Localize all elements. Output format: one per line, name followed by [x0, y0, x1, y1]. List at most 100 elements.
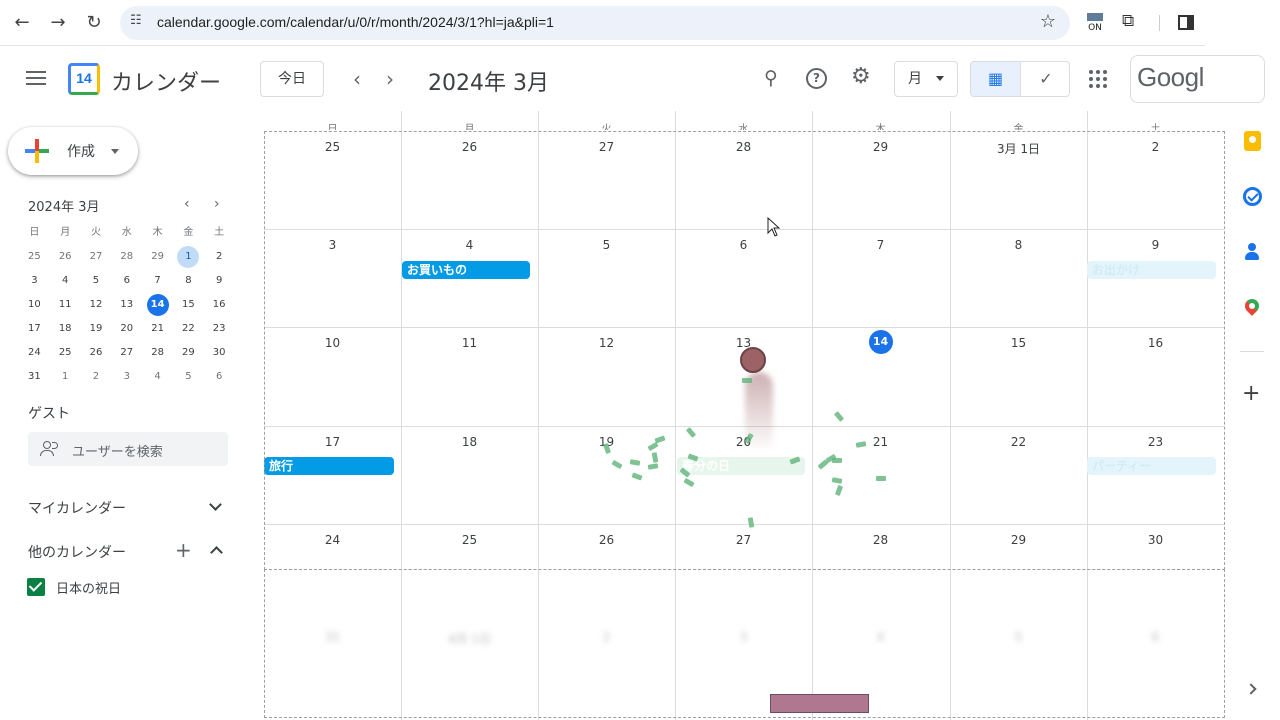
- expand-panel-chevron-icon[interactable]: [1245, 683, 1257, 695]
- other-calendars-chevron-icon[interactable]: [210, 546, 223, 559]
- mini-day-number: 26: [58, 251, 72, 262]
- mini-day[interactable]: 29: [142, 246, 173, 270]
- mini-day[interactable]: 26: [81, 342, 112, 366]
- mini-day[interactable]: 30: [204, 342, 235, 366]
- my-calendars-title[interactable]: マイカレンダー: [28, 498, 126, 518]
- mini-day[interactable]: 8: [173, 270, 204, 294]
- mini-day[interactable]: 6: [111, 270, 142, 294]
- holiday-calendar-label: 日本の祝日: [56, 582, 122, 597]
- mini-day[interactable]: 29: [173, 342, 204, 366]
- other-calendars-title[interactable]: 他のカレンダー: [28, 542, 126, 562]
- tasks-view-icon[interactable]: ✓: [1021, 62, 1069, 96]
- get-addons-plus-icon[interactable]: +: [1242, 383, 1260, 405]
- mini-day[interactable]: 24: [19, 342, 50, 366]
- main-menu-icon[interactable]: [26, 71, 46, 85]
- view-selector[interactable]: 月: [894, 61, 958, 97]
- today-button[interactable]: 今日: [260, 61, 324, 97]
- mini-day[interactable]: 22: [173, 318, 204, 342]
- create-button[interactable]: 作成: [8, 127, 138, 175]
- mini-day[interactable]: 1: [50, 366, 81, 390]
- extension-on-icon[interactable]: ON: [1086, 13, 1104, 35]
- mini-day[interactable]: 26: [50, 246, 81, 270]
- mini-day-number: 25: [58, 347, 72, 358]
- reload-icon[interactable]: ↻: [81, 10, 107, 36]
- drag-chip[interactable]: [770, 694, 869, 713]
- mini-day-number: 7: [154, 275, 161, 286]
- google-label: Googl: [1137, 62, 1204, 92]
- mini-day[interactable]: 3: [19, 270, 50, 294]
- mini-day[interactable]: 15: [173, 294, 204, 318]
- holiday-calendar-checkbox[interactable]: [27, 578, 45, 596]
- bookmark-star-icon[interactable]: ☆: [1040, 11, 1056, 32]
- mini-day[interactable]: 6: [204, 366, 235, 390]
- drag-outline-next: [264, 569, 1225, 718]
- mini-day-number: 28: [120, 251, 134, 262]
- mini-day[interactable]: 4: [142, 366, 173, 390]
- mini-day[interactable]: 25: [50, 342, 81, 366]
- mini-day[interactable]: 12: [81, 294, 112, 318]
- mini-day[interactable]: 31: [19, 366, 50, 390]
- prev-month-icon[interactable]: ‹: [353, 67, 361, 91]
- mini-prev-icon[interactable]: ‹: [184, 196, 190, 212]
- mini-day[interactable]: 9: [204, 270, 235, 294]
- mini-day[interactable]: 18: [50, 318, 81, 342]
- confetti-piece: [742, 378, 752, 383]
- mini-day[interactable]: 3: [111, 366, 142, 390]
- help-icon[interactable]: ?: [806, 68, 827, 89]
- mini-day[interactable]: 2: [81, 366, 112, 390]
- mini-day[interactable]: 17: [19, 318, 50, 342]
- mini-day[interactable]: 28: [111, 246, 142, 270]
- contacts-icon[interactable]: [1245, 243, 1259, 261]
- guest-search-input[interactable]: ユーザーを検索: [28, 432, 228, 466]
- mini-day-number: 29: [151, 251, 164, 262]
- mini-day-number: 20: [120, 323, 134, 334]
- mini-day[interactable]: 5: [81, 270, 112, 294]
- mini-day[interactable]: 27: [81, 246, 112, 270]
- mini-day[interactable]: 2: [204, 246, 235, 270]
- confetti-piece: [832, 458, 842, 463]
- calendar-view-icon[interactable]: ▦: [971, 62, 1021, 96]
- mini-day[interactable]: 23: [204, 318, 235, 342]
- mini-day[interactable]: 1: [173, 246, 204, 270]
- mini-day[interactable]: 4: [50, 270, 81, 294]
- mini-day[interactable]: 14: [142, 294, 173, 318]
- my-calendars-chevron-icon[interactable]: [209, 498, 222, 511]
- settings-gear-icon[interactable]: ⚙: [851, 64, 871, 89]
- keep-icon[interactable]: [1244, 131, 1261, 151]
- extensions-puzzle-icon[interactable]: ⧉: [1122, 11, 1134, 31]
- google-account-button[interactable]: Googl: [1130, 55, 1265, 103]
- mini-day[interactable]: 5: [173, 366, 204, 390]
- mini-day-number: 4: [154, 371, 161, 382]
- mini-day[interactable]: 21: [142, 318, 173, 342]
- site-settings-icon[interactable]: ☷: [130, 13, 142, 28]
- weekday-header: 金: [1013, 124, 1024, 130]
- mini-day[interactable]: 28: [142, 342, 173, 366]
- forward-icon[interactable]: →: [45, 10, 71, 36]
- calendar-logo-icon[interactable]: 14: [68, 63, 100, 95]
- mini-calendar-title: 2024年 3月: [28, 200, 100, 215]
- create-caret-icon: [111, 149, 119, 154]
- address-bar[interactable]: ☷ calendar.google.com/calendar/u/0/r/mon…: [120, 6, 1070, 40]
- mini-day[interactable]: 7: [142, 270, 173, 294]
- side-panel-icon[interactable]: [1178, 15, 1194, 30]
- back-icon[interactable]: ←: [9, 10, 35, 36]
- mini-day[interactable]: 10: [19, 294, 50, 318]
- mini-weekday-header: 月: [60, 227, 71, 238]
- google-apps-icon[interactable]: [1089, 70, 1107, 88]
- add-calendar-icon[interactable]: +: [175, 540, 192, 560]
- mini-day[interactable]: 19: [81, 318, 112, 342]
- mini-day-number: 15: [182, 299, 195, 310]
- mini-day[interactable]: 16: [204, 294, 235, 318]
- tasks-icon[interactable]: [1243, 187, 1262, 206]
- next-month-icon[interactable]: ›: [386, 67, 394, 91]
- mini-day[interactable]: 20: [111, 318, 142, 342]
- mini-day[interactable]: 25: [19, 246, 50, 270]
- mini-day[interactable]: 13: [111, 294, 142, 318]
- mini-next-icon[interactable]: ›: [214, 196, 220, 212]
- mini-day-number: 3: [31, 275, 38, 286]
- mini-day-number: 6: [123, 275, 130, 286]
- search-icon[interactable]: ⚲: [764, 67, 778, 89]
- mini-day[interactable]: 11: [50, 294, 81, 318]
- mini-day[interactable]: 27: [111, 342, 142, 366]
- maps-icon[interactable]: [1242, 296, 1262, 316]
